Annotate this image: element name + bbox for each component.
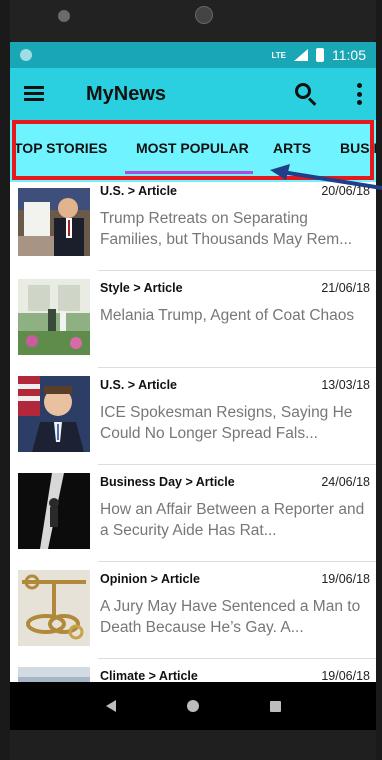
article-row[interactable]: Business Day > Article 24/06/18 How an A… — [10, 465, 376, 562]
app-title: MyNews — [86, 82, 167, 105]
article-headline: A Jury May Have Sentenced a Man to Death… — [100, 598, 361, 636]
article-thumbnail — [18, 188, 90, 256]
annotation-arrow-icon — [270, 164, 382, 190]
article-category: Climate > Article — [100, 669, 198, 682]
article-date: 13/03/18 — [321, 378, 370, 392]
article-row[interactable]: Opinion > Article 19/06/18 A Jury May Ha… — [10, 562, 376, 659]
article-thumbnail — [18, 570, 90, 646]
status-indicators: LTE 11:05 — [271, 47, 366, 63]
article-thumbnail — [18, 279, 90, 355]
status-time: 11:05 — [332, 47, 366, 63]
back-icon[interactable] — [105, 700, 116, 712]
battery-icon — [316, 48, 324, 62]
app-bar: MyNews — [10, 68, 376, 120]
article-date: 21/06/18 — [321, 281, 370, 295]
phone-top-bezel — [10, 0, 376, 42]
menu-icon[interactable] — [24, 86, 44, 102]
article-date: 19/06/18 — [321, 669, 370, 682]
network-type-label: LTE — [271, 50, 286, 60]
article-thumbnail — [18, 376, 90, 452]
front-camera-icon — [195, 6, 213, 24]
article-category: Style > Article — [100, 281, 183, 295]
phone-device: LTE 11:05 MyNews TOP STORIES MOST POPULA… — [0, 0, 382, 760]
article-thumbnail — [18, 667, 90, 682]
article-headline: Trump Retreats on Separating Families, b… — [100, 210, 353, 248]
article-date: 19/06/18 — [321, 572, 370, 586]
home-icon[interactable] — [186, 700, 199, 712]
article-category: U.S. > Article — [100, 378, 177, 392]
recent-apps-icon[interactable] — [269, 700, 281, 712]
more-vert-icon[interactable] — [356, 83, 362, 105]
article-row[interactable]: Climate > Article 19/06/18 — [10, 659, 376, 682]
article-category: U.S. > Article — [100, 184, 177, 198]
article-category: Business Day > Article — [100, 475, 235, 489]
article-list: U.S. > Article 20/06/18 Trump Retreats o… — [10, 182, 376, 682]
signal-icon — [294, 49, 308, 61]
article-headline: ICE Spokesman Resigns, Saying He Could N… — [100, 404, 353, 442]
notification-dot-icon — [20, 49, 32, 61]
article-thumbnail — [18, 473, 90, 549]
article-category: Opinion > Article — [100, 572, 200, 586]
article-date: 24/06/18 — [321, 475, 370, 489]
article-headline: How an Affair Between a Reporter and a S… — [100, 501, 365, 539]
search-icon[interactable] — [294, 82, 318, 106]
status-bar: LTE 11:05 — [10, 42, 376, 68]
system-nav-bar — [10, 682, 376, 730]
article-headline: Melania Trump, Agent of Coat Chaos — [100, 307, 355, 324]
article-row[interactable]: U.S. > Article 13/03/18 ICE Spokesman Re… — [10, 368, 376, 465]
article-row[interactable]: Style > Article 21/06/18 Melania Trump, … — [10, 271, 376, 368]
front-sensor-icon — [58, 10, 70, 22]
phone-bottom-bezel — [10, 730, 376, 760]
